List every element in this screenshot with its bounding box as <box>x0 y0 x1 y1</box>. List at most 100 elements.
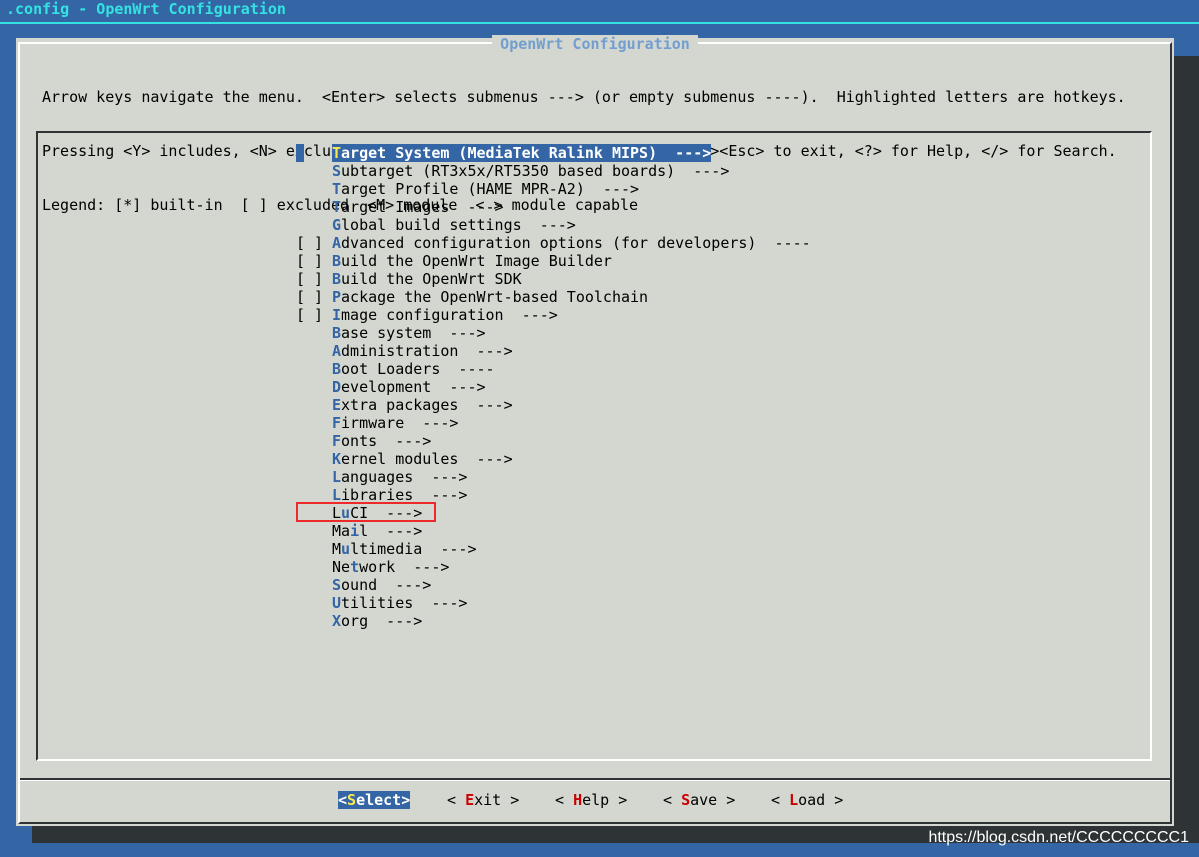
button-bracket: < <box>447 791 466 809</box>
menu-item-label: Mail ---> <box>332 522 422 540</box>
menu-item-label: Development ---> <box>332 378 486 396</box>
menu-item-checkbox[interactable]: [ ] <box>296 288 332 306</box>
menu-item-hotkey: U <box>332 594 342 612</box>
menu-item[interactable]: Boot Loaders ---- <box>296 360 811 378</box>
menu-item-hotkey: A <box>332 234 342 252</box>
selection-marker <box>296 144 304 162</box>
luci-annotation-box <box>296 502 436 522</box>
menu-item-hotkey: T <box>332 180 342 198</box>
save-button[interactable]: < Save > <box>663 791 735 809</box>
menu-item-checkbox[interactable]: [ ] <box>296 234 332 252</box>
menu-item-hotkey: F <box>332 432 342 450</box>
button-hotkey: L <box>789 791 799 809</box>
menu-item-label: Package the OpenWrt-based Toolchain <box>332 288 648 306</box>
menu-item-label-prefix: Ma <box>332 522 351 540</box>
menu-item[interactable]: Fonts ---> <box>296 432 811 450</box>
button-label-rest: elect> <box>356 791 411 809</box>
menu-item-checkbox[interactable]: [ ] <box>296 270 332 288</box>
menu-item-checkbox[interactable]: [ ] <box>296 252 332 270</box>
menu-item-label-rest: onts ---> <box>341 432 432 450</box>
menu-item[interactable]: Administration ---> <box>296 342 811 360</box>
select-button[interactable]: <Select> <box>338 791 411 809</box>
menu-item[interactable]: Languages ---> <box>296 468 811 486</box>
menu-item[interactable]: Extra packages ---> <box>296 396 811 414</box>
menu-item-hotkey: B <box>332 270 342 288</box>
menu-item-label-rest: arget System (MediaTek Ralink MIPS) ---> <box>341 144 712 162</box>
menu-item-hotkey: B <box>332 252 342 270</box>
menu-item-label-rest: ltimedia ---> <box>350 540 477 558</box>
menu-item-label-rest: tilities ---> <box>341 594 468 612</box>
menu-item[interactable]: [ ] Advanced configuration options (for d… <box>296 234 811 252</box>
menu-item-label: Network ---> <box>332 558 449 576</box>
menu-item-label-rest: lobal build settings ---> <box>341 216 576 234</box>
menu-item[interactable]: Development ---> <box>296 378 811 396</box>
menu-item[interactable]: [ ] Build the OpenWrt SDK <box>296 270 811 288</box>
menu-item-label: Administration ---> <box>332 342 513 360</box>
button-hotkey: E <box>465 791 475 809</box>
menu-item[interactable]: [ ] Package the OpenWrt-based Toolchain <box>296 288 811 306</box>
menu-item-label-rest: mage configuration ---> <box>341 306 558 324</box>
menu-item-label-prefix: M <box>332 540 342 558</box>
load-button[interactable]: < Load > <box>771 791 843 809</box>
help-line: Arrow keys navigate the menu. <Enter> se… <box>42 88 1126 106</box>
menu-item-hotkey: B <box>332 324 342 342</box>
menu-item-label: Target Images ---> <box>332 198 504 216</box>
config-dialog: OpenWrt Configuration Arrow keys navigat… <box>16 35 1174 826</box>
button-bracket: < <box>338 791 348 809</box>
menu-item-label-rest: l ---> <box>359 522 423 540</box>
menu-item[interactable]: Target System (MediaTek Ralink MIPS) ---… <box>296 144 811 162</box>
menu-item-label-prefix: Ne <box>332 558 351 576</box>
menu-item-label-rest: ubtarget (RT3x5x/RT5350 based boards) --… <box>341 162 730 180</box>
button-bar: <Select> < Exit > < Help > < Save > < Load > <box>16 791 1174 809</box>
menu-item-label-rest: anguages ---> <box>341 468 468 486</box>
menu-item-label: Utilities ---> <box>332 594 467 612</box>
menu-item-label-rest: ernel modules ---> <box>341 450 513 468</box>
menu-item[interactable]: [ ] Image configuration ---> <box>296 306 811 324</box>
menu-item-label-rest: uild the OpenWrt Image Builder <box>341 252 612 270</box>
dialog-title: OpenWrt Configuration <box>16 35 1174 53</box>
menu-item-label-rest: ound ---> <box>341 576 432 594</box>
menu-item-label-rest: arget Images ---> <box>341 198 504 216</box>
menu-item-label: Advanced configuration options (for deve… <box>332 234 811 252</box>
menu-item[interactable]: Mail ---> <box>296 522 811 540</box>
menu-item-label: Target Profile (HAME MPR-A2) ---> <box>332 180 639 198</box>
menu-item[interactable]: Network ---> <box>296 558 811 576</box>
menu-item[interactable]: Subtarget (RT3x5x/RT5350 based boards) -… <box>296 162 811 180</box>
help-button[interactable]: < Help > <box>555 791 627 809</box>
menu-item-label: Kernel modules ---> <box>332 450 513 468</box>
menu-item-hotkey: S <box>332 162 342 180</box>
menu-item-hotkey: K <box>332 450 342 468</box>
menu-box: Target System (MediaTek Ralink MIPS) ---… <box>36 131 1152 761</box>
button-label-rest: ave > <box>690 791 736 809</box>
menu-item-label: Firmware ---> <box>332 414 458 432</box>
menu-item-checkbox[interactable]: [ ] <box>296 306 332 324</box>
menu-item[interactable]: Kernel modules ---> <box>296 450 811 468</box>
menu-item-label: Xorg ---> <box>332 612 422 630</box>
menu-item-hotkey: T <box>332 144 342 162</box>
dialog-title-text: OpenWrt Configuration <box>492 35 698 53</box>
button-bracket: < <box>555 791 574 809</box>
menu-item-label: Target System (MediaTek Ralink MIPS) ---… <box>332 144 712 162</box>
button-label-rest: xit > <box>474 791 520 809</box>
menu-item-hotkey: E <box>332 396 342 414</box>
menu-item[interactable]: Utilities ---> <box>296 594 811 612</box>
menu-item[interactable]: Firmware ---> <box>296 414 811 432</box>
menu-item[interactable]: Target Profile (HAME MPR-A2) ---> <box>296 180 811 198</box>
menu-item-hotkey: P <box>332 288 342 306</box>
menu-item-label: Subtarget (RT3x5x/RT5350 based boards) -… <box>332 162 729 180</box>
menu-item-hotkey: B <box>332 360 342 378</box>
menu-item[interactable]: Target Images ---> <box>296 198 811 216</box>
menu-item[interactable]: Xorg ---> <box>296 612 811 630</box>
watermark: https://blog.csdn.net/CCCCCCCCC1 <box>928 829 1189 846</box>
menu-item[interactable]: Multimedia ---> <box>296 540 811 558</box>
menu-item-label: Build the OpenWrt Image Builder <box>332 252 612 270</box>
menu-item[interactable]: Base system ---> <box>296 324 811 342</box>
button-label-rest: elp > <box>582 791 628 809</box>
menu-item[interactable]: [ ] Build the OpenWrt Image Builder <box>296 252 811 270</box>
exit-button[interactable]: < Exit > <box>447 791 519 809</box>
menu-item[interactable]: Global build settings ---> <box>296 216 811 234</box>
menu-item-hotkey: T <box>332 198 342 216</box>
menu-item[interactable]: Sound ---> <box>296 576 811 594</box>
menu-item-label: Image configuration ---> <box>332 306 558 324</box>
menu-item-label-rest: uild the OpenWrt SDK <box>341 270 522 288</box>
